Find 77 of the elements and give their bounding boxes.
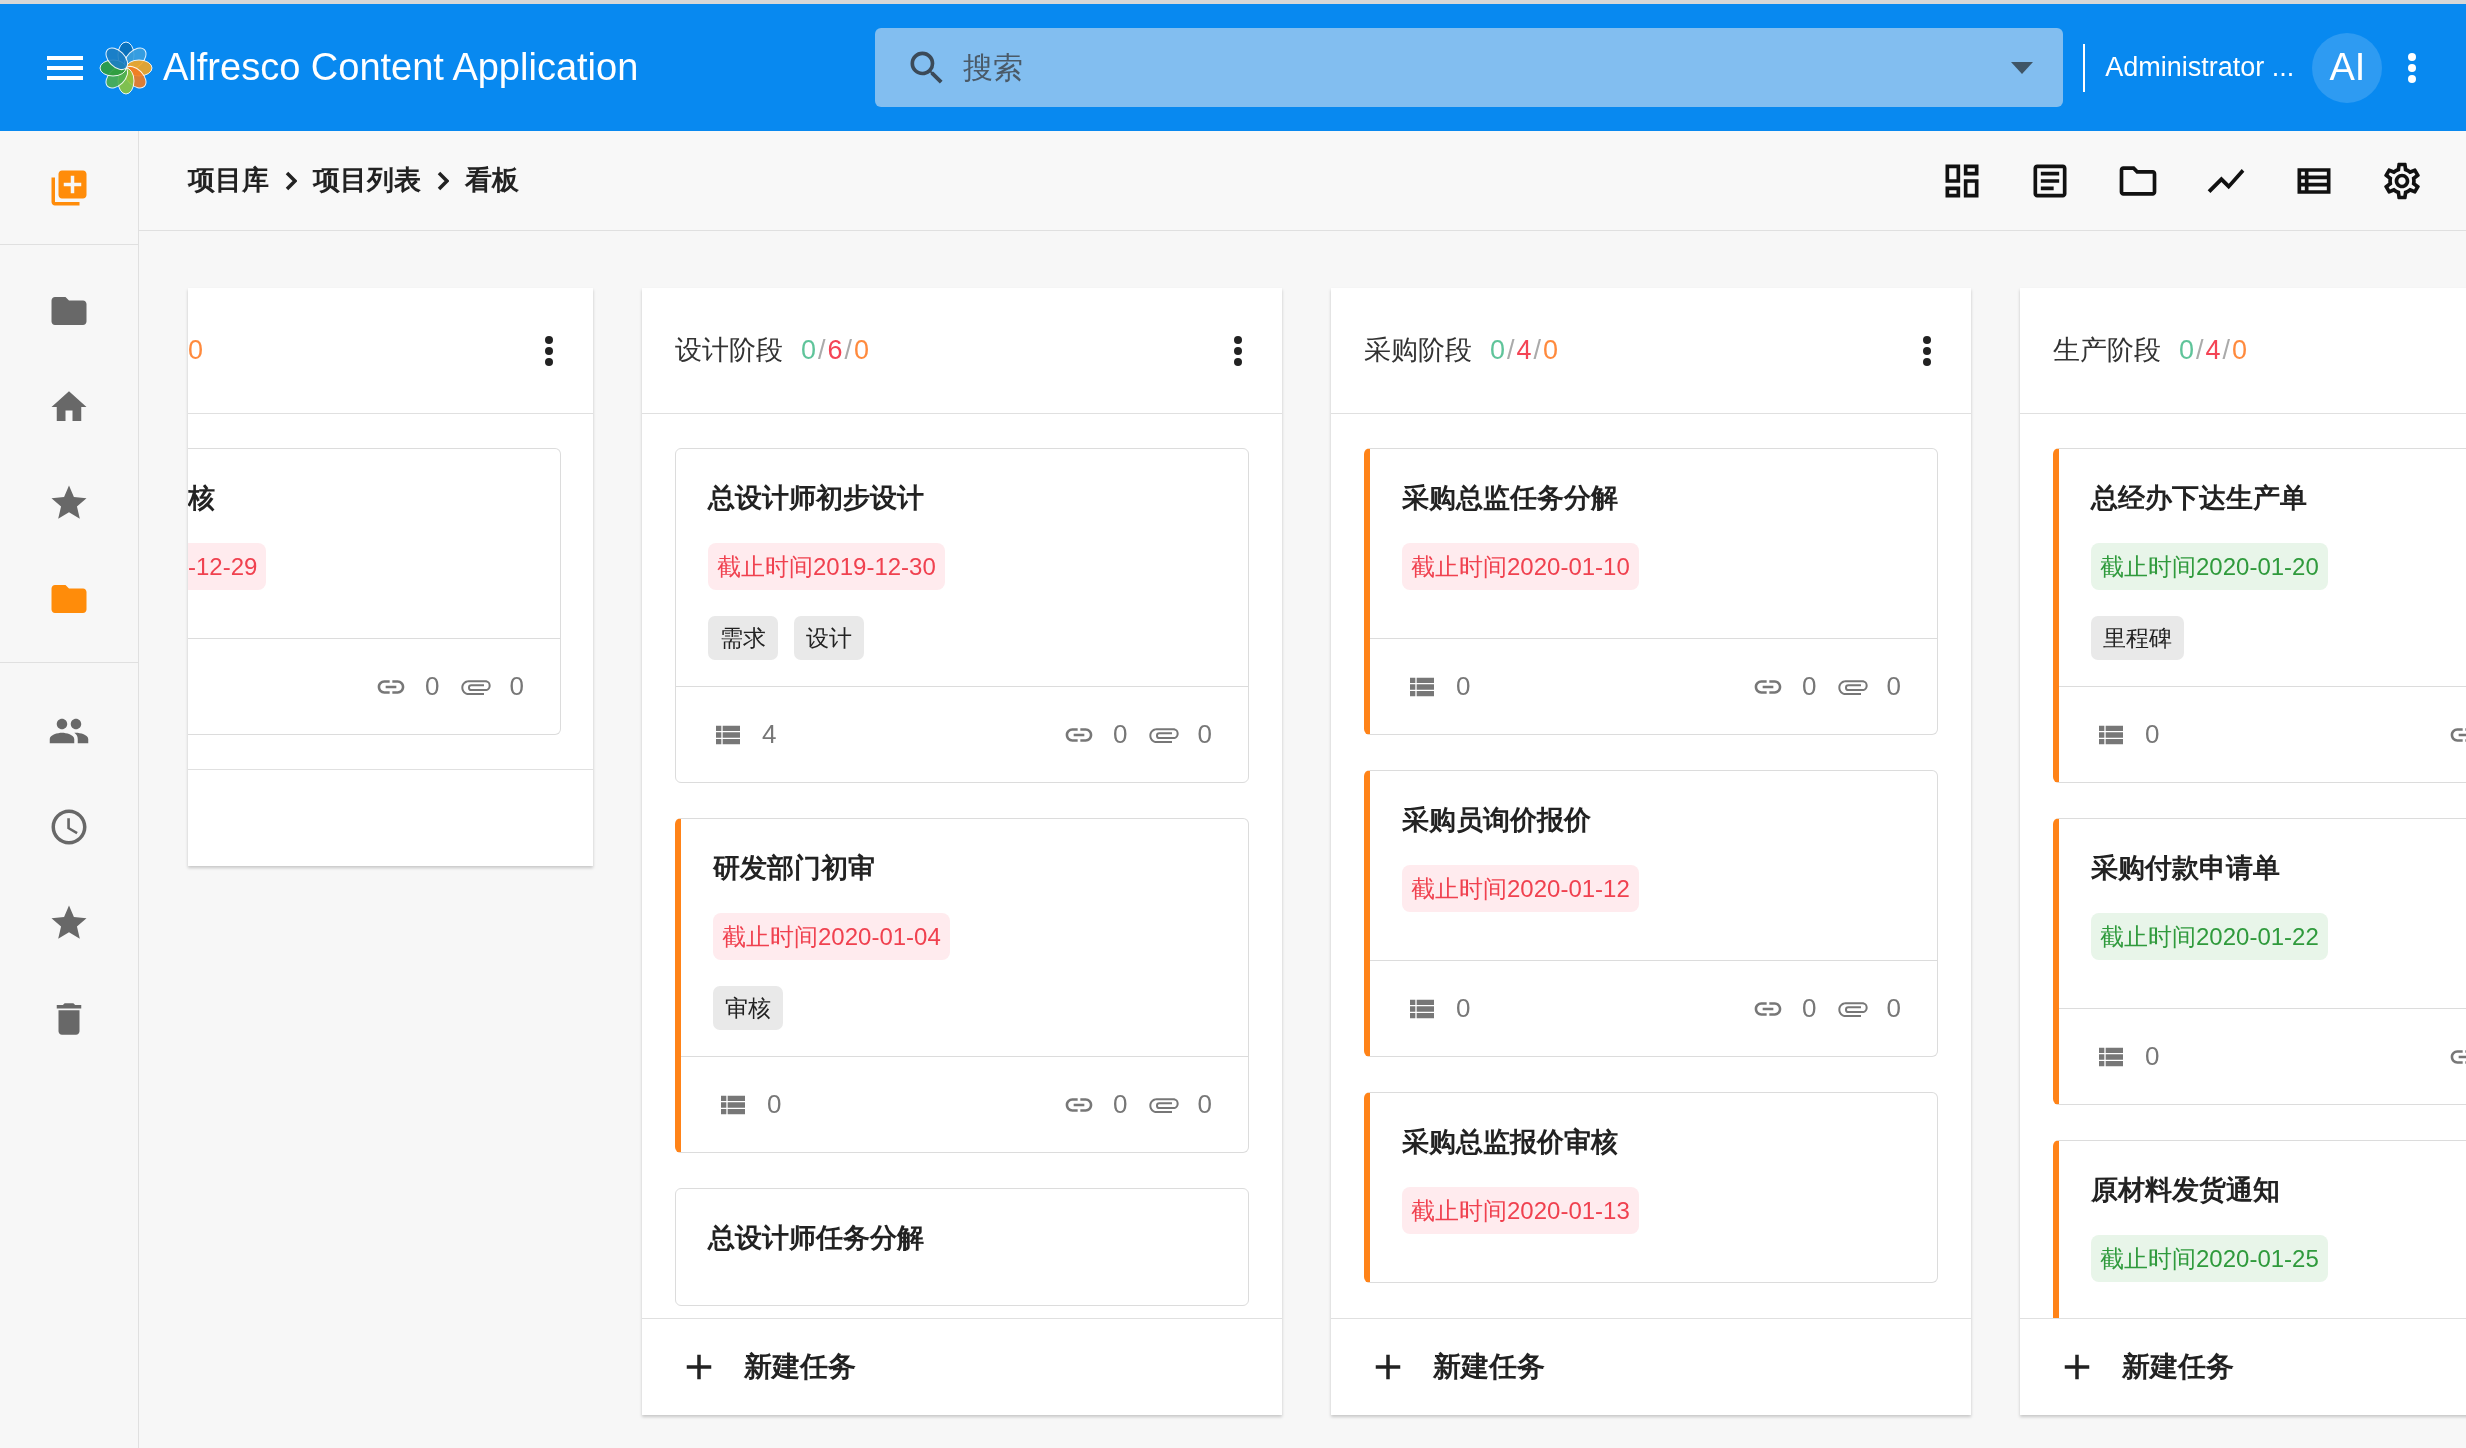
count-label: 0 bbox=[1490, 334, 1506, 368]
task-card[interactable]: 核 -12-29 0 0 bbox=[188, 448, 561, 735]
card-title: 总经办下达生产单 bbox=[2091, 482, 2307, 515]
task-card[interactable]: 采购付款申请单 截止时间2020-01-22 0 bbox=[2053, 818, 2466, 1105]
task-card[interactable]: 总设计师任务分解 bbox=[675, 1188, 1249, 1306]
count-label: 0 bbox=[1197, 718, 1212, 751]
due-date-label: 截止时间2019-12-30 bbox=[708, 543, 945, 590]
count-label: 0 bbox=[1886, 670, 1901, 703]
count-label: 0 bbox=[509, 670, 524, 703]
count-label: 0 bbox=[2145, 1040, 2160, 1073]
card-title: 原材料发货通知 bbox=[2091, 1174, 2280, 1207]
tag: 需求 bbox=[708, 616, 778, 660]
card-title: 核 bbox=[188, 482, 215, 515]
due-date-label: 截止时间2020-01-13 bbox=[1402, 1187, 1639, 1234]
card-title: 采购付款申请单 bbox=[2091, 852, 2280, 885]
breadcrumb-link[interactable]: 项目库 bbox=[188, 160, 269, 201]
count-label: 0 bbox=[1802, 992, 1817, 1025]
card-title: 研发部门初审 bbox=[713, 852, 875, 885]
search-input[interactable]: 搜索 bbox=[963, 45, 2012, 90]
tag: 设计 bbox=[794, 616, 864, 660]
count-label: 4 bbox=[762, 718, 777, 751]
count-label: 0 bbox=[1113, 1088, 1128, 1121]
count-label: 0 bbox=[1802, 670, 1817, 703]
task-card[interactable]: 采购员询价报价 截止时间2020-01-12 0 0 0 bbox=[1364, 770, 1938, 1057]
count-label: 0 bbox=[1197, 1088, 1212, 1121]
app-title: Alfresco Content Application bbox=[163, 45, 639, 90]
count-label: 0 bbox=[1456, 670, 1471, 703]
due-date-label: -12-29 bbox=[188, 543, 267, 590]
count-label: 0 bbox=[2145, 718, 2160, 751]
count-separator: / bbox=[818, 334, 826, 368]
task-card[interactable]: 研发部门初审 截止时间2020-01-04 审核 0 0 0 bbox=[675, 818, 1249, 1153]
count-label: 0 bbox=[2179, 334, 2195, 368]
new-task-button[interactable]: 新建任务 bbox=[1367, 1346, 1545, 1388]
count-separator: / bbox=[2196, 334, 2204, 368]
due-date-label: 截止时间2020-01-22 bbox=[2091, 913, 2328, 960]
count-label: 4 bbox=[1516, 334, 1532, 368]
count-separator: / bbox=[844, 334, 853, 368]
card-title: 总设计师任务分解 bbox=[708, 1222, 924, 1255]
card-title: 总设计师初步设计 bbox=[708, 482, 924, 515]
count-label: 0 bbox=[801, 334, 817, 368]
search-field[interactable]: 搜索 bbox=[875, 28, 2064, 107]
count-label: 0 bbox=[1543, 334, 1559, 368]
column-title: 生产阶段 bbox=[2053, 334, 2161, 368]
breadcrumb-link[interactable]: 项目列表 bbox=[313, 160, 421, 201]
count-label: 0 bbox=[2232, 334, 2248, 368]
card-title: 采购总监报价审核 bbox=[1402, 1126, 1618, 1159]
user-name[interactable]: Administrator ... bbox=[2105, 47, 2295, 88]
count-label: 0 bbox=[1456, 992, 1471, 1025]
task-card[interactable]: 总经办下达生产单 截止时间2020-01-20 里程碑 0 bbox=[2053, 448, 2466, 783]
count-label: 0 bbox=[425, 670, 440, 703]
count-separator: / bbox=[1533, 334, 1542, 368]
count-label: 6 bbox=[827, 334, 843, 368]
new-task-button[interactable]: 新建任务 bbox=[2056, 1346, 2234, 1388]
count-label: 0 bbox=[767, 1088, 782, 1121]
column-title: 采购阶段 bbox=[1364, 334, 1472, 368]
task-card[interactable]: 采购总监任务分解 截止时间2020-01-10 0 0 0 bbox=[1364, 448, 1938, 735]
column-title: 设计阶段 bbox=[675, 334, 783, 368]
count-label: 0 bbox=[1886, 992, 1901, 1025]
tag: 里程碑 bbox=[2091, 616, 2184, 660]
due-date-label: 截止时间2020-01-04 bbox=[713, 913, 950, 960]
due-date-label: 截止时间2020-01-25 bbox=[2091, 1235, 2328, 1282]
card-title: 采购员询价报价 bbox=[1402, 804, 1591, 837]
card-title: 采购总监任务分解 bbox=[1402, 482, 1618, 515]
tag: 审核 bbox=[713, 986, 783, 1030]
new-task-button[interactable]: 新建任务 bbox=[678, 1346, 856, 1388]
due-date-label: 截止时间2020-01-20 bbox=[2091, 543, 2328, 590]
count-separator: / bbox=[1507, 334, 1515, 368]
count-label: 4 bbox=[2205, 334, 2221, 368]
count-separator: / bbox=[2222, 334, 2231, 368]
task-card[interactable]: 采购总监报价审核 截止时间2020-01-13 bbox=[1364, 1092, 1938, 1283]
due-date-label: 截止时间2020-01-12 bbox=[1402, 865, 1639, 912]
count-label: 0 bbox=[854, 334, 870, 368]
task-card[interactable]: 原材料发货通知 截止时间2020-01-25 bbox=[2053, 1140, 2466, 1318]
count-label: 0 bbox=[1113, 718, 1128, 751]
task-card[interactable]: 总设计师初步设计 截止时间2019-12-30 需求 设计 4 0 0 bbox=[675, 448, 1249, 783]
count-label: 0 bbox=[188, 334, 204, 368]
due-date-label: 截止时间2020-01-10 bbox=[1402, 543, 1639, 590]
